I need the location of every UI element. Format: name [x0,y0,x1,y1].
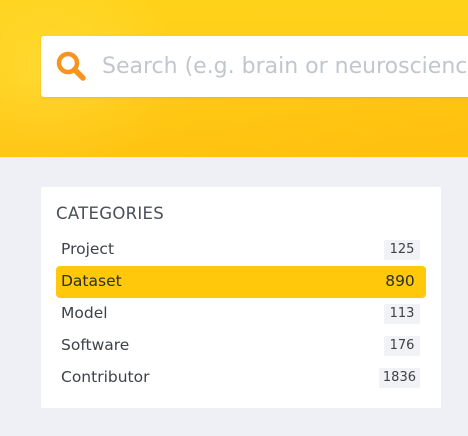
search-bar[interactable] [41,36,468,97]
category-count-badge: 176 [384,336,420,356]
category-item-software[interactable]: Software 176 [56,330,426,362]
category-label: Project [61,240,115,258]
category-label: Contributor [61,368,150,386]
category-count-badge: 113 [384,304,420,324]
categories-title: CATEGORIES [56,204,165,223]
category-label: Software [61,336,130,354]
search-input[interactable] [102,46,468,87]
category-label: Dataset [61,272,122,290]
categories-panel: CATEGORIES Project 125 Dataset 890 Model… [41,187,441,408]
category-count-badge: 890 [385,272,415,290]
category-count-badge: 1836 [378,368,420,388]
hero-banner [0,0,468,157]
category-item-project[interactable]: Project 125 [56,234,426,266]
category-count-badge: 125 [384,240,420,260]
category-item-dataset[interactable]: Dataset 890 [56,266,426,298]
category-label: Model [61,304,108,322]
category-item-contributor[interactable]: Contributor 1836 [56,362,426,394]
category-item-model[interactable]: Model 113 [56,298,426,330]
search-icon[interactable] [55,50,87,82]
